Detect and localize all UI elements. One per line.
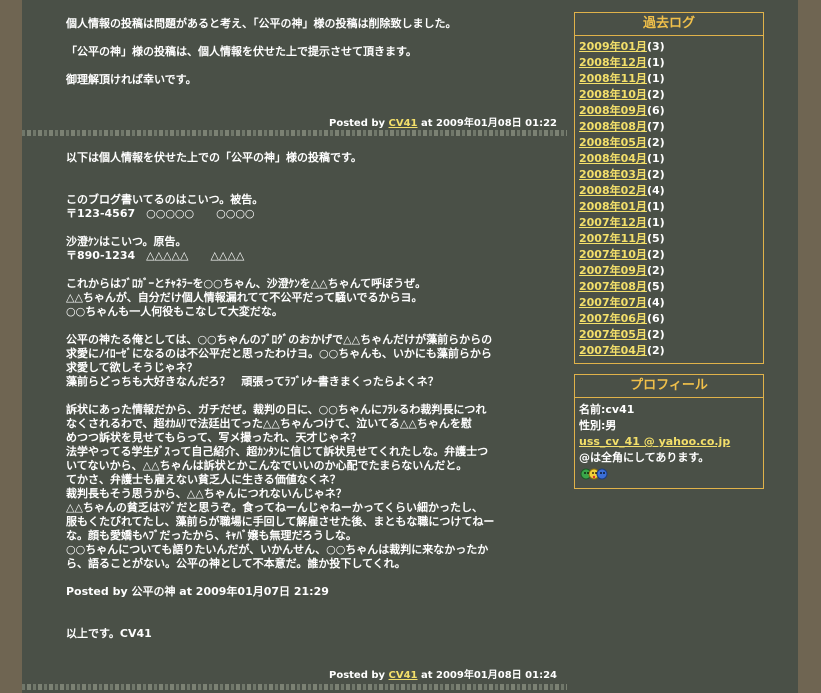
archive-month-link[interactable]: 2008年05月 bbox=[579, 136, 647, 149]
entry-2-paragraph-5: 公平の神たる俺としては、○○ちゃんのﾌﾞﾛｸﾞのおかげで△△ちゃんだけが藻前らか… bbox=[66, 333, 493, 388]
archive-item: 2007年10月(2) bbox=[579, 247, 763, 263]
archive-month-link[interactable]: 2008年08月 bbox=[579, 120, 647, 133]
profile-title: プロフィール bbox=[575, 375, 763, 398]
profile-gender: 性別:男 bbox=[579, 419, 617, 432]
archive-month-link[interactable]: 2007年12月 bbox=[579, 216, 647, 229]
archive-item: 2008年04月(1) bbox=[579, 151, 763, 167]
archive-item: 2007年11月(5) bbox=[579, 231, 763, 247]
archive-count: (1) bbox=[646, 56, 665, 69]
archive-month-link[interactable]: 2008年10月 bbox=[579, 88, 647, 101]
entry-2-author-link[interactable]: CV41 bbox=[389, 670, 418, 681]
archive-item: 2008年11月(1) bbox=[579, 71, 763, 87]
archive-item: 2007年08月(5) bbox=[579, 279, 763, 295]
main-column: 個人情報の投稿は問題があると考え、「公平の神」様の投稿は削除致しました。 「公平… bbox=[22, 0, 567, 693]
archive-count: (1) bbox=[646, 216, 665, 229]
posted-by-label: Posted by bbox=[329, 670, 386, 681]
archive-box: 過去ログ 2009年01月(3) 2008年12月(1) 2008年11月(1) 20… bbox=[574, 12, 764, 364]
entry-divider bbox=[22, 130, 567, 136]
archive-month-link[interactable]: 2008年02月 bbox=[579, 184, 647, 197]
entry-2-paragraph-6: 訴状にあった情報だから、ガチだぜ。裁判の日に、○○ちゃんにﾌﾗﾚるわ裁判長につれ… bbox=[66, 403, 495, 570]
archive-month-link[interactable]: 2008年09月 bbox=[579, 104, 647, 117]
entry-2-paragraph-4: これからはﾌﾞﾛｶﾞｰとﾁｬﾈﾗｰを○○ちゃん、沙澄ｹﾝを△△ちゃんて呼ぼうぜ。… bbox=[66, 277, 427, 318]
archive-item: 2009年01月(3) bbox=[579, 39, 763, 55]
archive-item: 2008年05月(2) bbox=[579, 135, 763, 151]
archive-month-link[interactable]: 2007年10月 bbox=[579, 248, 647, 261]
entry-2-quoted-posted-line: Posted by 公平の神 at 2009年01月07日 21:29 bbox=[66, 585, 329, 598]
archive-count: (5) bbox=[646, 280, 665, 293]
entry-2-paragraph-3: 沙澄ｹﾝはこいつ。原告。 〒890-1234 △△△△△ △△△△ bbox=[66, 235, 245, 262]
archive-count: (6) bbox=[646, 312, 665, 325]
archive-month-link[interactable]: 2007年11月 bbox=[579, 232, 647, 245]
entry-1-paragraph-1: 個人情報の投稿は問題があると考え、「公平の神」様の投稿は削除致しました。 bbox=[66, 17, 457, 30]
entry-2-paragraph-1: 以下は個人情報を伏せた上での「公平の神」様の投稿です。 bbox=[66, 151, 362, 164]
archive-count: (4) bbox=[646, 296, 665, 309]
archive-count: (2) bbox=[646, 168, 665, 181]
entry-2-closing: 以上です。CV41 bbox=[66, 627, 152, 640]
posted-by-label: Posted by bbox=[329, 118, 386, 129]
archive-count: (1) bbox=[646, 152, 665, 165]
archive-item: 2007年09月(2) bbox=[579, 263, 763, 279]
entry-2-paragraph-2: このブログ書いてるのはこいつ。被告。 〒123-4567 ○○○○○ ○○○○ bbox=[66, 193, 264, 220]
entry-1-paragraph-2: 「公平の神」様の投稿は、個人情報を伏せた上で提示させて頂きます。 bbox=[66, 45, 417, 58]
entry-1-author-link[interactable]: CV41 bbox=[389, 118, 418, 129]
archive-month-link[interactable]: 2008年04月 bbox=[579, 152, 647, 165]
archive-item: 2007年06月(6) bbox=[579, 311, 763, 327]
archive-item: 2008年09月(6) bbox=[579, 103, 763, 119]
archive-item: 2008年12月(1) bbox=[579, 55, 763, 71]
profile-name: 名前:cv41 bbox=[579, 403, 635, 416]
archive-count: (7) bbox=[646, 120, 665, 133]
entry-1-body: 個人情報の投稿は問題があると考え、「公平の神」様の投稿は削除致しました。 「公平… bbox=[66, 17, 556, 87]
archive-month-link[interactable]: 2008年12月 bbox=[579, 56, 647, 69]
archive-count: (5) bbox=[646, 232, 665, 245]
entry-2-body: 以下は個人情報を伏せた上での「公平の神」様の投稿です。 このブログ書いてるのはこ… bbox=[66, 151, 556, 641]
archive-count: (1) bbox=[646, 72, 665, 85]
face-emoji-icon bbox=[579, 467, 609, 481]
archive-count: (1) bbox=[646, 200, 665, 213]
entry-2-posted-line: Posted by CV41 at 2009年01月08日 01:24 bbox=[329, 666, 557, 681]
archive-month-link[interactable]: 2007年04月 bbox=[579, 344, 647, 357]
archive-item: 2007年07月(4) bbox=[579, 295, 763, 311]
archive-month-link[interactable]: 2009年01月 bbox=[579, 40, 647, 53]
archive-count: (6) bbox=[646, 104, 665, 117]
archive-month-link[interactable]: 2007年08月 bbox=[579, 280, 647, 293]
archive-item: 2008年02月(4) bbox=[579, 183, 763, 199]
archive-count: (2) bbox=[646, 344, 665, 357]
entry-1-paragraph-3: 御理解頂ければ幸いです。 bbox=[66, 73, 197, 86]
archive-item: 2008年10月(2) bbox=[579, 87, 763, 103]
archive-month-link[interactable]: 2007年09月 bbox=[579, 264, 647, 277]
archive-month-link[interactable]: 2008年11月 bbox=[579, 72, 647, 85]
profile-note: @は全角にしてあります。 bbox=[579, 451, 710, 464]
archive-item: 2007年12月(1) bbox=[579, 215, 763, 231]
archive-count: (2) bbox=[646, 88, 665, 101]
archive-count: (2) bbox=[646, 136, 665, 149]
archive-list: 2009年01月(3) 2008年12月(1) 2008年11月(1) 2008年10… bbox=[575, 36, 763, 363]
entry-divider-bottom bbox=[22, 684, 567, 690]
archive-month-link[interactable]: 2007年07月 bbox=[579, 296, 647, 309]
profile-email-link[interactable]: uss_cv_41 @ yahoo.co.jp bbox=[579, 435, 730, 448]
profile-content: 名前:cv41 性別:男 uss_cv_41 @ yahoo.co.jp @は全… bbox=[575, 398, 763, 488]
archive-item: 2008年01月(1) bbox=[579, 199, 763, 215]
archive-count: (3) bbox=[646, 40, 665, 53]
archive-item: 2007年05月(2) bbox=[579, 327, 763, 343]
posted-date: at 2009年01月08日 01:22 bbox=[421, 118, 557, 129]
archive-count: (2) bbox=[646, 248, 665, 261]
archive-count: (2) bbox=[646, 328, 665, 341]
archive-month-link[interactable]: 2007年05月 bbox=[579, 328, 647, 341]
archive-title: 過去ログ bbox=[575, 13, 763, 36]
archive-month-link[interactable]: 2008年01月 bbox=[579, 200, 647, 213]
entry-1-posted-line: Posted by CV41 at 2009年01月08日 01:22 bbox=[329, 114, 557, 129]
archive-item: 2008年03月(2) bbox=[579, 167, 763, 183]
archive-month-link[interactable]: 2008年03月 bbox=[579, 168, 647, 181]
archive-item: 2007年04月(2) bbox=[579, 343, 763, 359]
archive-count: (4) bbox=[646, 184, 665, 197]
archive-month-link[interactable]: 2007年06月 bbox=[579, 312, 647, 325]
archive-item: 2008年08月(7) bbox=[579, 119, 763, 135]
profile-box: プロフィール 名前:cv41 性別:男 uss_cv_41 @ yahoo.co… bbox=[574, 374, 764, 489]
posted-date: at 2009年01月08日 01:24 bbox=[421, 670, 557, 681]
archive-count: (2) bbox=[646, 264, 665, 277]
